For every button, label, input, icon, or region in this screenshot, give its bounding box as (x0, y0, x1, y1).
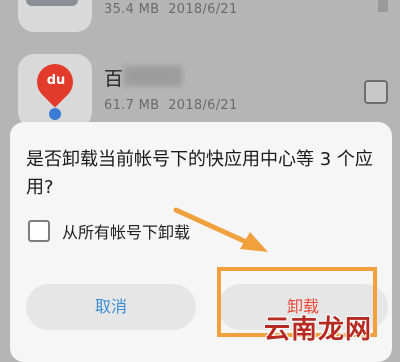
watermark: 云南龙网 (264, 315, 373, 345)
blurred-name (124, 66, 182, 86)
map-pin-label: du (46, 73, 66, 88)
list-item[interactable]: du 百 61.7 MB 2018/6/21 (0, 0, 400, 128)
cancel-button[interactable]: 取消 (26, 284, 196, 330)
app-size: 61.7 MB (104, 98, 160, 113)
location-dot (49, 108, 61, 120)
select-app-checkbox[interactable] (364, 80, 388, 104)
baidu-map-icon: du (18, 54, 92, 128)
app-date: 2018/6/21 (168, 98, 238, 113)
all-accounts-checkbox[interactable] (28, 220, 50, 242)
app-meta: 61.7 MB 2018/6/21 (104, 98, 238, 113)
app-name: 百 (104, 68, 124, 90)
dialog-message: 是否卸载当前帐号下的快应用中心等 3 个应用? (26, 149, 373, 198)
all-accounts-label[interactable]: 从所有帐号下卸载 (62, 219, 190, 243)
